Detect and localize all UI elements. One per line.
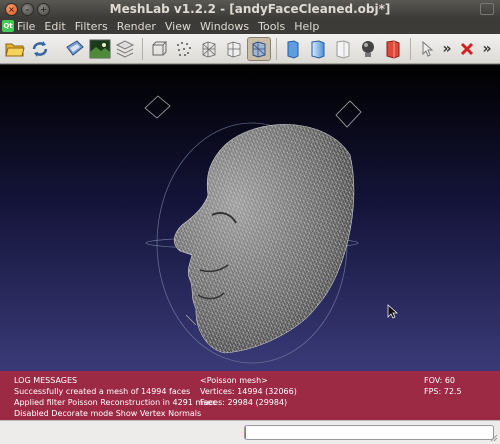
title-bar: × – + MeshLab v1.2.2 - [andyFaceCleaned.… xyxy=(0,0,500,18)
minimize-button[interactable]: – xyxy=(21,2,34,16)
bounding-box-icon[interactable] xyxy=(147,37,171,61)
status-bar xyxy=(0,420,500,444)
mouse-cursor-icon xyxy=(387,304,399,319)
menu-filters[interactable]: Filters xyxy=(75,20,108,33)
bbox-corner-right xyxy=(335,100,362,128)
log-heading: LOG MESSAGES xyxy=(14,376,78,385)
log-line: Applied filter Poisson Reconstruction in… xyxy=(14,398,217,407)
bbox-corner-bottom xyxy=(185,314,197,326)
qt-logo-icon: Qt xyxy=(2,20,14,32)
window-title: MeshLab v1.2.2 - [andyFaceCleaned.obj*] xyxy=(109,2,391,16)
reload-icon[interactable] xyxy=(28,37,52,61)
close-button[interactable]: × xyxy=(5,2,18,16)
flat-icon[interactable] xyxy=(281,37,305,61)
view-info: FOV: 60 FPS: 72.5 xyxy=(424,375,462,397)
select-icon[interactable] xyxy=(415,37,439,61)
vertex-count: Vertices: 14994 (32066) xyxy=(200,387,297,396)
face-count: Faces: 29984 (29984) xyxy=(200,398,288,407)
menu-edit[interactable]: Edit xyxy=(44,20,65,33)
fov-value: FOV: 60 xyxy=(424,376,455,385)
smooth-icon[interactable] xyxy=(306,37,330,61)
log-panel: LOG MESSAGES Successfully created a mesh… xyxy=(0,371,500,420)
window-controls: × – + xyxy=(5,2,50,16)
progress-fill xyxy=(245,426,246,439)
layers-icon[interactable] xyxy=(113,37,137,61)
toolbar-overflow-1[interactable]: » xyxy=(440,37,454,61)
window-resize-icon[interactable] xyxy=(480,3,494,15)
wireframe-icon[interactable] xyxy=(197,37,221,61)
maximize-button[interactable]: + xyxy=(37,2,50,16)
bbox-corner-left xyxy=(144,95,171,119)
color-icon[interactable] xyxy=(381,37,405,61)
log-messages: LOG MESSAGES Successfully created a mesh… xyxy=(14,375,217,419)
lighting-icon[interactable] xyxy=(356,37,380,61)
menu-view[interactable]: View xyxy=(165,20,191,33)
flat-lines-icon[interactable] xyxy=(247,36,271,61)
close-x-icon[interactable] xyxy=(455,37,479,61)
texture-icon[interactable] xyxy=(331,37,355,61)
face-mesh xyxy=(173,124,355,354)
mesh-name: <Poisson mesh> xyxy=(200,376,268,385)
mesh-info: <Poisson mesh> Vertices: 14994 (32066) F… xyxy=(200,375,297,408)
fps-value: FPS: 72.5 xyxy=(424,387,462,396)
snapshot-icon[interactable] xyxy=(88,37,112,61)
points-icon[interactable] xyxy=(172,37,196,61)
size-grip-icon[interactable] xyxy=(488,432,498,442)
menu-help[interactable]: Help xyxy=(294,20,319,33)
log-line: Successfully created a mesh of 14994 fac… xyxy=(14,387,191,396)
menu-tools[interactable]: Tools xyxy=(258,20,285,33)
open-folder-icon[interactable] xyxy=(3,37,27,61)
save-icon[interactable] xyxy=(63,37,87,61)
menu-render[interactable]: Render xyxy=(117,20,156,33)
hidden-lines-icon[interactable] xyxy=(222,37,246,61)
log-line: Disabled Decorate mode Show Vertex Norma… xyxy=(14,409,202,418)
progress-bar xyxy=(244,425,494,440)
mesh-render xyxy=(144,95,399,364)
toolbar-overflow-2[interactable]: » xyxy=(480,37,494,61)
main-toolbar: » » xyxy=(0,34,500,64)
menu-bar: Qt File Edit Filters Render View Windows… xyxy=(0,18,500,34)
menu-file[interactable]: File xyxy=(17,20,35,33)
3d-viewport[interactable] xyxy=(0,65,500,371)
menu-windows[interactable]: Windows xyxy=(200,20,249,33)
